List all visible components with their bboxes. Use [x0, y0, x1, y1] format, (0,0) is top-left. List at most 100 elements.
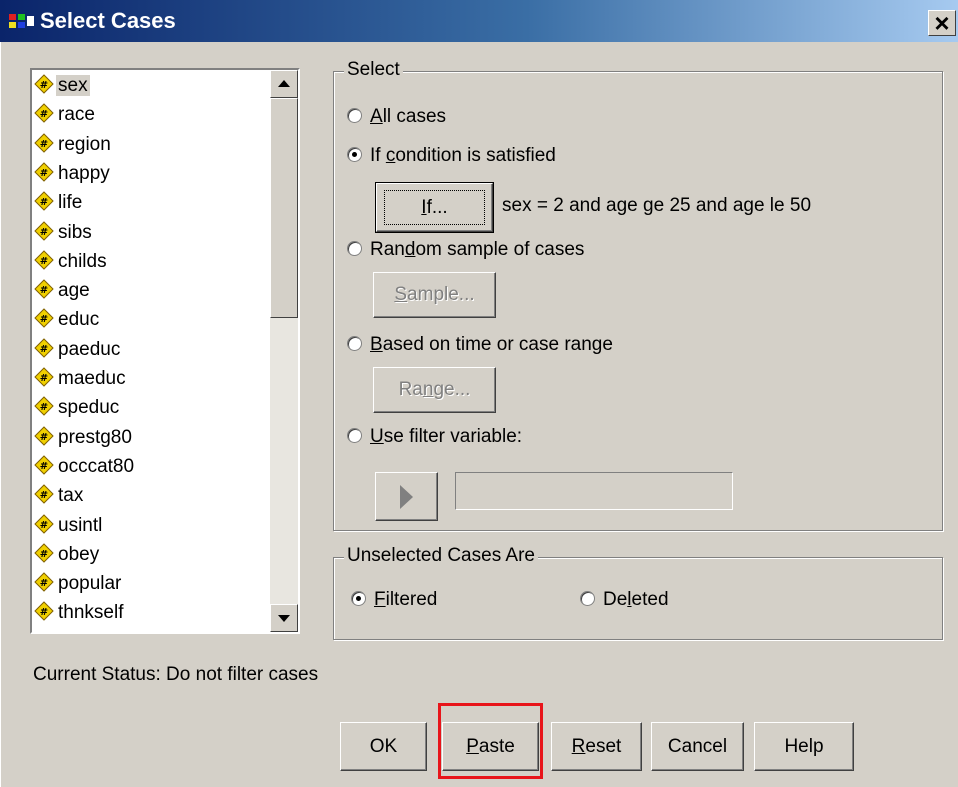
variable-item[interactable]: # educ [34, 306, 101, 334]
numeric-variable-icon: # [34, 74, 54, 94]
variable-label: usintl [58, 514, 103, 536]
radio-filter-variable[interactable]: Use filter variable: [347, 424, 522, 450]
variable-item[interactable]: # popular [34, 570, 123, 598]
radio-label: Use filter variable: [370, 426, 523, 447]
variable-list[interactable]: # sex # race # region # happy # life # sibs # childs #… [30, 68, 300, 634]
variable-item[interactable]: # tax [34, 482, 85, 510]
variable-label: educ [58, 309, 100, 331]
numeric-variable-icon: # [34, 162, 54, 182]
help-button[interactable]: Help [754, 722, 854, 771]
reset-button[interactable]: Reset [551, 722, 642, 771]
range-button-label: Range... [398, 379, 471, 400]
condition-text: sex = 2 and age ge 25 and age le 50 [502, 195, 812, 216]
paste-button[interactable]: Paste [442, 722, 539, 771]
if-button-label: If... [383, 189, 486, 226]
cancel-button-label: Cancel [667, 736, 728, 757]
numeric-variable-icon: # [34, 191, 54, 211]
variable-item[interactable]: # obey [34, 541, 101, 569]
numeric-variable-icon: # [34, 103, 54, 124]
radio-time-range[interactable]: Based on time or case range [347, 332, 613, 358]
variable-label: paeduc [58, 338, 121, 360]
sample-button-label: Sample... [394, 284, 475, 305]
close-button[interactable]: × [928, 10, 956, 36]
radio-label: If condition is satisfied [370, 145, 556, 166]
paste-button-label: Paste [466, 736, 515, 757]
variable-item[interactable]: # age [34, 277, 92, 305]
variable-item[interactable]: # thnkself [34, 599, 125, 627]
scroll-up-button[interactable] [270, 70, 298, 98]
arrow-right-icon [400, 485, 413, 509]
svg-text:#: # [40, 285, 48, 296]
variable-label: life [58, 192, 83, 214]
variable-item[interactable]: # sibs [34, 219, 94, 247]
variable-item[interactable]: # occcat80 [34, 453, 136, 481]
select-group-legend: Select [344, 59, 403, 81]
radio-deleted[interactable]: Deleted [580, 587, 669, 613]
numeric-variable-icon: # [34, 367, 54, 387]
move-filter-variable-button[interactable] [375, 472, 438, 521]
variable-item[interactable]: # maeduc [34, 365, 128, 393]
numeric-variable-icon: # [34, 572, 54, 592]
svg-text:#: # [40, 373, 48, 384]
svg-text:#: # [40, 402, 48, 413]
numeric-variable-icon: # [34, 513, 54, 534]
variable-label: obey [58, 543, 100, 565]
numeric-variable-icon: # [34, 337, 54, 358]
scroll-thumb[interactable] [270, 98, 298, 318]
radio-filtered[interactable]: Filtered [351, 587, 437, 613]
close-icon: × [934, 8, 950, 38]
scroll-down-button[interactable] [270, 604, 298, 632]
svg-text:#: # [40, 256, 48, 267]
radio-label: Random sample of cases [370, 239, 585, 260]
variable-item[interactable]: # race [34, 101, 97, 129]
variable-label: speduc [58, 397, 120, 419]
variable-label: popular [58, 573, 122, 595]
radio-indicator [580, 591, 595, 606]
variable-item[interactable]: # childs [34, 248, 109, 276]
variable-label: region [58, 133, 111, 155]
radio-if-condition[interactable]: If condition is satisfied [347, 143, 556, 169]
variable-item[interactable]: # region [34, 131, 113, 159]
numeric-variable-icon: # [34, 396, 54, 417]
svg-text:#: # [40, 109, 48, 120]
if-button[interactable]: If... [375, 182, 494, 233]
numeric-variable-icon: # [34, 250, 54, 270]
filter-variable-field[interactable] [455, 472, 733, 510]
arrow-down-icon [278, 615, 290, 622]
svg-text:#: # [40, 314, 48, 325]
svg-text:#: # [40, 549, 48, 560]
radio-random-sample[interactable]: Random sample of cases [347, 237, 584, 263]
svg-text:#: # [40, 227, 48, 238]
variable-item[interactable]: # usintl [34, 512, 104, 540]
variable-label: happy [58, 162, 110, 184]
numeric-variable-icon: # [34, 484, 54, 504]
window-title: Select Cases [40, 8, 176, 33]
variable-item[interactable]: # happy [34, 160, 112, 188]
svg-text:#: # [40, 578, 48, 589]
variable-item[interactable]: # sex [34, 72, 90, 100]
variable-list-scrollbar[interactable] [270, 70, 298, 632]
radio-indicator [347, 336, 362, 351]
range-button[interactable]: Range... [373, 367, 496, 413]
variable-label: race [58, 104, 95, 126]
variable-item[interactable]: # life [34, 189, 84, 217]
variable-item[interactable]: # paeduc [34, 336, 122, 364]
variable-item[interactable]: # prestg80 [34, 424, 134, 452]
numeric-variable-icon: # [34, 543, 54, 563]
cancel-button[interactable]: Cancel [651, 722, 744, 771]
numeric-variable-icon: # [34, 601, 54, 622]
ok-button[interactable]: OK [340, 722, 427, 771]
unselected-group-legend: Unselected Cases Are [344, 545, 538, 567]
svg-text:#: # [40, 168, 48, 179]
variable-label: occcat80 [58, 455, 135, 477]
spss-icon [9, 14, 34, 28]
radio-indicator [347, 108, 362, 123]
sample-button[interactable]: Sample... [373, 272, 496, 318]
current-status: Current Status: Do not filter cases [33, 664, 319, 685]
variable-item[interactable]: # speduc [34, 394, 121, 422]
svg-text:#: # [40, 197, 48, 208]
radio-label: Based on time or case range [370, 334, 613, 355]
variable-label: age [58, 280, 90, 302]
numeric-variable-icon: # [34, 132, 54, 153]
radio-all-cases[interactable]: All cases [347, 104, 446, 130]
